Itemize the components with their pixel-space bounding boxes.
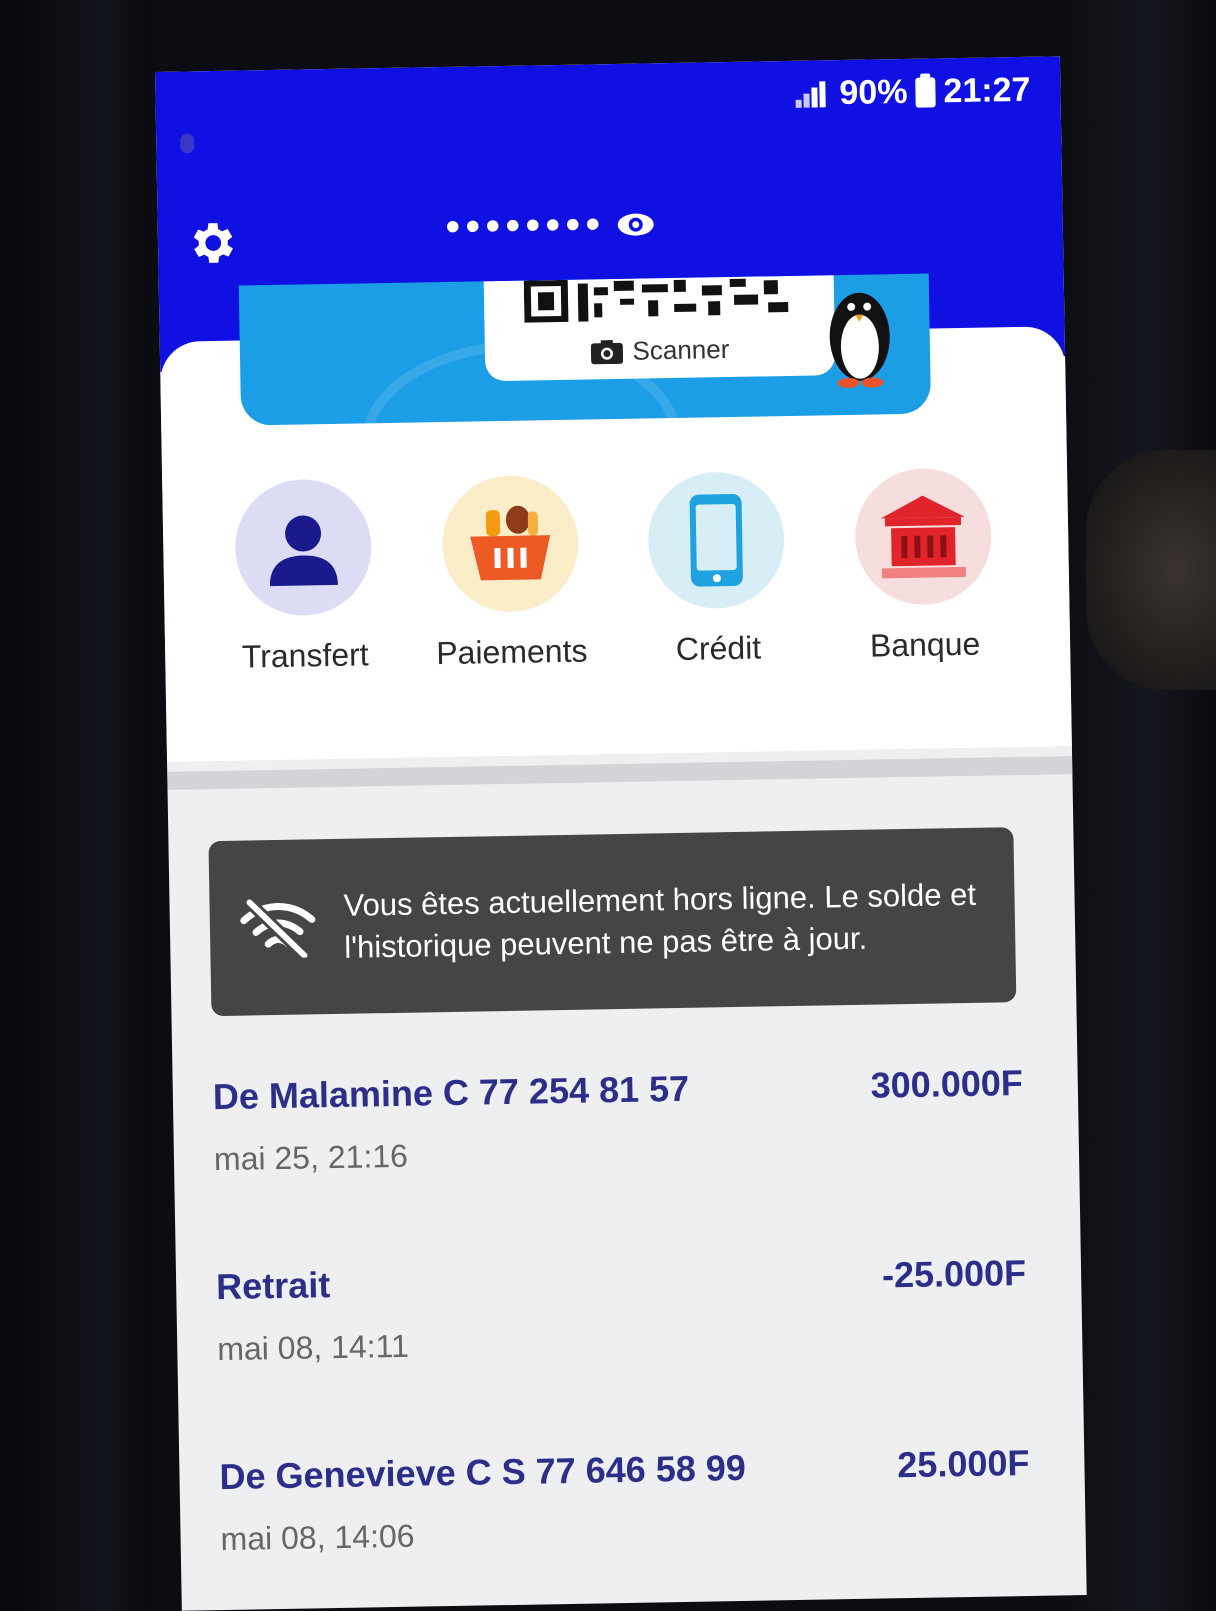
qr-code-icon [523, 278, 789, 323]
wifi-off-icon [240, 897, 316, 959]
action-label-transfert: Transfert [241, 636, 369, 675]
action-paiements[interactable]: Paiements [409, 474, 612, 672]
section-divider [167, 756, 1073, 790]
notification-dot [180, 133, 195, 154]
phone-screen: 90% 21:27 •••••••• Scanner Transfert Pai… [155, 56, 1087, 1611]
action-label-paiements: Paiements [435, 632, 588, 672]
action-circle [440, 474, 580, 614]
action-label-credit: Crédit [675, 629, 762, 667]
action-transfert[interactable]: Transfert [202, 478, 405, 676]
phone-bezel-left [0, 0, 150, 1611]
transaction-row[interactable]: De Genevieve C S 77 646 58 99 25.000F ma… [219, 1422, 1032, 1611]
masked-balance: •••••••• [445, 202, 607, 249]
transaction-name: De Genevieve C S 77 646 58 99 [219, 1446, 747, 1498]
transaction-name: Retrait [215, 1264, 331, 1308]
battery-percent: 90% [839, 72, 908, 113]
transaction-amount: -25.000F [881, 1251, 1027, 1296]
action-circle [234, 478, 373, 617]
scanner-label: Scanner [632, 334, 730, 366]
offline-notice: Vous êtes actuellement hors ligne. Le so… [208, 827, 1017, 1017]
user-icon [269, 515, 338, 587]
scanner-row: Scanner [590, 334, 730, 367]
signal-icon [791, 79, 832, 110]
offline-message: Vous êtes actuellement hors ligne. Le so… [343, 876, 977, 965]
transaction-amount: 25.000F [896, 1441, 1030, 1486]
quick-actions: Transfert Paiements Crédit Banque [202, 467, 1025, 676]
action-circle [647, 471, 786, 610]
transaction-amount: 300.000F [870, 1062, 1024, 1106]
phone-icon [689, 493, 744, 587]
action-banque[interactable]: Banque [822, 467, 1025, 665]
bank-icon [880, 495, 966, 579]
promo-banner: Scanner [238, 273, 932, 426]
gear-icon[interactable] [184, 216, 239, 271]
transaction-name: De Malamine C 77 254 81 57 [212, 1067, 690, 1118]
basket-icon [469, 505, 550, 581]
status-bar: 90% 21:27 [791, 71, 1031, 114]
penguin-mascot-icon [829, 292, 890, 388]
transaction-date: mai 08, 14:11 [216, 1327, 410, 1368]
battery-icon [915, 76, 936, 108]
eye-icon[interactable] [616, 210, 656, 239]
transaction-row[interactable]: De Malamine C 77 254 81 57 300.000F mai … [212, 1042, 1025, 1246]
action-label-banque: Banque [869, 625, 981, 664]
transaction-list: De Malamine C 77 254 81 57 300.000F mai … [212, 1042, 1032, 1611]
clock: 21:27 [943, 70, 1031, 111]
transaction-date: mai 08, 14:06 [220, 1517, 415, 1558]
transaction-row[interactable]: Retrait -25.000F mai 08, 14:11 [216, 1232, 1029, 1436]
balance-toggle[interactable]: •••••••• [445, 201, 656, 250]
action-circle [854, 467, 993, 606]
camera-icon [590, 339, 623, 364]
action-credit[interactable]: Crédit [615, 471, 818, 669]
finger [1086, 450, 1216, 690]
transaction-date: mai 25, 21:16 [213, 1137, 409, 1178]
scanner-button[interactable]: Scanner [483, 275, 836, 382]
